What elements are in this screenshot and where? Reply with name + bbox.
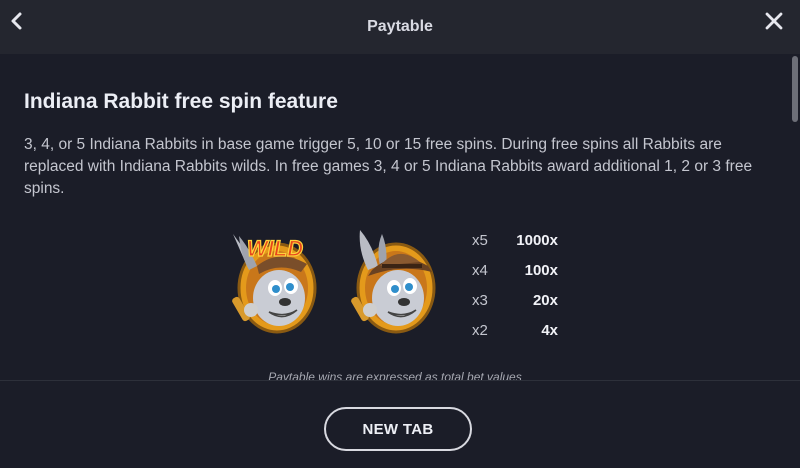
chevron-left-icon <box>11 12 22 30</box>
top-bar: Paytable <box>0 0 800 54</box>
scrollbar-thumb[interactable] <box>792 56 798 122</box>
symbol-count: x2 <box>472 322 488 339</box>
footer-bar: NEW TAB <box>0 381 800 468</box>
close-icon <box>765 12 783 30</box>
indiana-rabbit-symbol <box>346 226 442 336</box>
feature-description: 3, 4, or 5 Indiana Rabbits in base game … <box>24 136 753 197</box>
payout-value: 20x <box>532 292 558 309</box>
payout-row: x2 4x <box>472 316 572 346</box>
payout-value: 4x <box>541 322 558 339</box>
svg-text:WILD: WILD <box>247 236 303 261</box>
section-heading: Indiana Rabbit free spin feature <box>24 90 338 113</box>
symbol-count: x4 <box>472 262 488 279</box>
payout-table: x5 1000x x4 100x x3 20x x2 4x <box>472 226 572 346</box>
payout-row: x4 100x <box>472 256 572 286</box>
payout-row: x3 20x <box>472 286 572 316</box>
paytable-footnote: Paytable wins are expressed as total bet… <box>268 370 522 380</box>
close-button[interactable] <box>762 9 786 33</box>
payout-value: 1000x <box>516 232 558 249</box>
indiana-rabbit-wild-symbol: WILD <box>227 226 323 336</box>
page-title: Paytable <box>367 18 433 35</box>
new-tab-button[interactable]: NEW TAB <box>324 407 472 451</box>
symbol-count: x3 <box>472 292 488 309</box>
back-button[interactable] <box>6 8 28 34</box>
symbol-count: x5 <box>472 232 488 249</box>
payout-row: x5 1000x <box>472 226 572 256</box>
payout-value: 100x <box>524 262 558 279</box>
paytable-content: Indiana Rabbit free spin feature 3, 4, o… <box>0 54 790 380</box>
